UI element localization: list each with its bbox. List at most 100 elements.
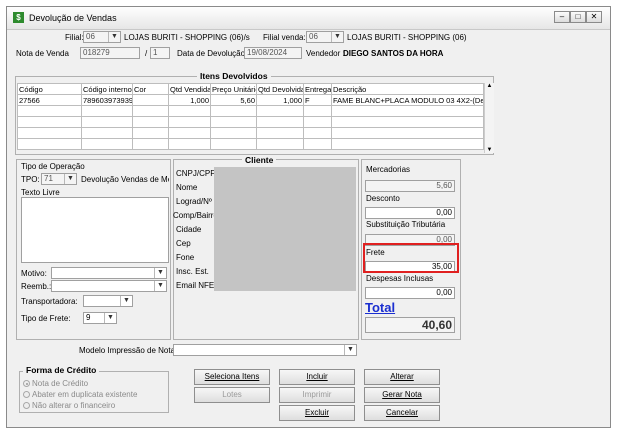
cell-qtd-devolvida: 1,000 [256,94,304,106]
cliente-email-label: Email NFE [176,281,215,290]
tipo-frete-value: 9 [86,313,91,322]
data-devolucao-label: Data de Devolução [177,49,246,58]
tpo-description: Devolução Vendas de Mer [81,175,169,184]
total-value: 40,60 [365,317,455,333]
texto-livre-textarea[interactable] [21,197,169,263]
nota-venda-label: Nota de Venda [16,49,69,58]
chevron-up-icon[interactable]: ▲ [485,83,494,89]
vendedor-value: DIEGO SANTOS DA HORA [343,49,444,58]
radio-abater-duplicata[interactable] [23,391,30,398]
app-icon: $ [13,12,24,23]
col-codigo-interno[interactable]: Código interno [81,83,133,95]
col-entrega[interactable]: Entrega [303,83,332,95]
filial-select[interactable]: 06 ▼ [83,31,121,43]
main-window: $ Devolução de Vendas – □ ✕ Filial: 06 ▼… [6,6,611,428]
nota-venda-field[interactable]: 018279 [80,47,140,59]
reemb-select[interactable]: ▼ [51,280,167,292]
chevron-down-icon: ▼ [104,313,116,323]
chevron-down-icon: ▼ [344,345,356,355]
modelo-impressao-select[interactable]: ▼ [173,344,357,356]
cell-codigo-interno: 789603973939 [81,94,133,106]
despesas-field[interactable]: 0,00 [365,287,455,299]
chevron-down-icon[interactable]: ▼ [485,147,494,153]
modelo-impressao-label: Modelo Impressão de Nota: [79,346,178,355]
filial-value: 06 [86,32,95,41]
texto-livre-label: Texto Livre [21,188,60,197]
filial-venda-label: Filial venda: [263,33,306,42]
transportadora-select[interactable]: ▼ [83,295,133,307]
radio-nao-alterar[interactable] [23,402,30,409]
cliente-bairro-label: Comp/Bairro [173,211,218,220]
cliente-insc-label: Insc. Est. [176,267,209,276]
table-row[interactable] [17,127,484,139]
imprimir-button[interactable]: Imprimir [279,387,355,403]
tpo-value: 71 [44,174,53,183]
cliente-cnpj-label: CNPJ/CPF [176,169,216,178]
cliente-nome-label: Nome [176,183,198,192]
cell-preco-unitario: 5,60 [210,94,257,106]
tpo-select[interactable]: 71 ▼ [41,173,77,185]
filial-name: LOJAS BURITI - SHOPPING (06)/s [124,33,250,42]
cliente-logradouro-label: Lograd/Nº [176,197,212,206]
col-preco-unitario[interactable]: Preço Unitário [210,83,257,95]
table-row[interactable] [17,105,484,117]
serie-field[interactable]: 1 [150,47,170,59]
cliente-redacted-block [214,167,356,291]
frete-highlight [363,243,459,273]
col-codigo[interactable]: Código [17,83,82,95]
cliente-title: Cliente [242,155,277,165]
despesas-label: Despesas Inclusas [366,274,434,283]
tipo-operacao-title: Tipo de Operação [21,162,85,171]
chevron-down-icon: ▼ [64,174,76,184]
seleciona-itens-button[interactable]: Seleciona Itens [194,369,270,385]
subst-tributaria-label: Substituição Tributária [366,220,446,229]
col-qtd-vendida[interactable]: Qtd Vendida [168,83,211,95]
cell-descricao: FAME BLANC+PLACA MODULO 03 4X2-(Desc [331,94,484,106]
chevron-down-icon: ▼ [331,32,343,42]
cell-qtd-vendida: 1,000 [168,94,211,106]
table-scrollbar[interactable]: ▲ ▼ [484,83,494,153]
motivo-label: Motivo: [21,269,47,278]
transportadora-label: Transportadora: [21,297,78,306]
col-qtd-devolvida[interactable]: Qtd Devolvida [256,83,304,95]
alterar-button[interactable]: Alterar [364,369,440,385]
excluir-button[interactable]: Excluir [279,405,355,421]
data-devolucao-field[interactable]: 19/08/2024 [244,47,302,59]
filial-venda-select[interactable]: 06 ▼ [306,31,344,43]
table-row[interactable] [17,116,484,128]
incluir-button[interactable]: Incluir [279,369,355,385]
total-label: Total [365,300,396,315]
motivo-select[interactable]: ▼ [51,267,167,279]
chevron-down-icon: ▼ [154,281,166,291]
mercadorias-value: 5,60 [365,180,455,192]
col-descricao[interactable]: Descrição [331,83,484,95]
radio-nao-alterar-label: Não alterar o financeiro [32,401,116,410]
table-header-row: Código Código interno Cor Qtd Vendida Pr… [17,83,484,95]
chevron-down-icon: ▼ [154,268,166,278]
cancelar-button[interactable]: Cancelar [364,405,440,421]
gerar-nota-button[interactable]: Gerar Nota [364,387,440,403]
desconto-label: Desconto [366,194,400,203]
filial-label: Filial: [65,33,84,42]
filial-venda-name: LOJAS BURITI - SHOPPING (06) [347,33,467,42]
tipo-frete-select[interactable]: 9 ▼ [83,312,117,324]
desconto-field[interactable]: 0,00 [365,207,455,219]
reemb-label: Reemb.: [21,282,52,291]
cell-entrega: F [303,94,332,106]
close-button[interactable]: ✕ [586,11,602,23]
chevron-down-icon: ▼ [108,32,120,42]
cliente-cep-label: Cep [176,239,191,248]
window-title: Devolução de Vendas [29,13,117,23]
radio-nota-credito[interactable] [23,380,30,387]
cell-cor [132,94,169,106]
forma-credito-title: Forma de Crédito [23,365,100,375]
minimize-button[interactable]: – [554,11,570,23]
table-row[interactable] [17,138,484,150]
filial-venda-value: 06 [309,32,318,41]
table-row[interactable]: 27566 789603973939 1,000 5,60 1,000 F FA… [17,94,484,106]
maximize-button[interactable]: □ [570,11,586,23]
lotes-button[interactable]: Lotes [194,387,270,403]
cliente-cidade-label: Cidade [176,225,202,234]
itens-table[interactable]: Código Código interno Cor Qtd Vendida Pr… [17,83,484,150]
col-cor[interactable]: Cor [132,83,169,95]
